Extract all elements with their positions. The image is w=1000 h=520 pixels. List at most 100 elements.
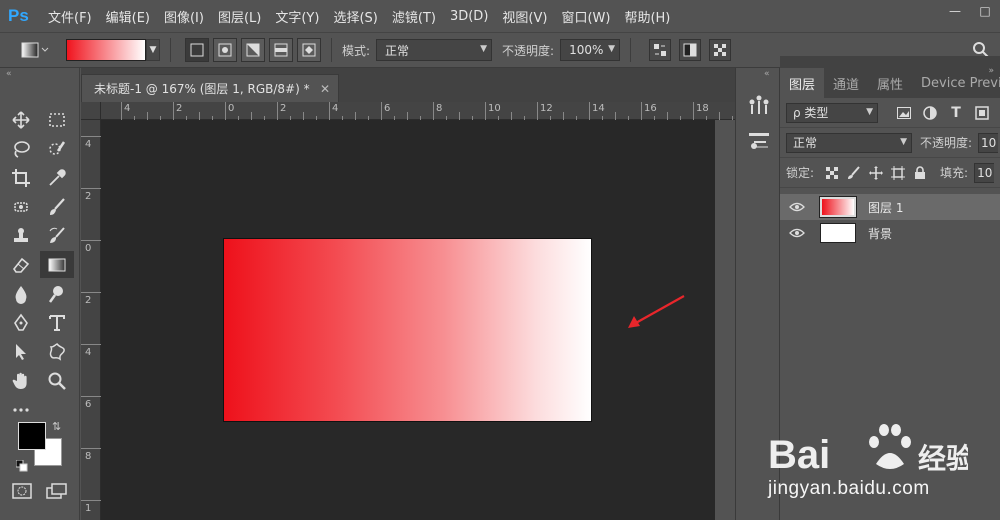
linear-gradient-button[interactable]	[185, 38, 209, 62]
fill-field[interactable]: 10	[974, 162, 995, 183]
collapse-icon[interactable]: «	[736, 68, 779, 80]
brush-settings-icon[interactable]	[748, 130, 770, 155]
foreground-color[interactable]	[18, 422, 46, 450]
menu-3d[interactable]: 3D(D)	[450, 9, 488, 24]
lock-pixels-icon[interactable]	[846, 165, 862, 181]
collapse-icon[interactable]: «	[0, 68, 79, 82]
crop-tool-icon[interactable]	[4, 164, 38, 191]
eyedropper-tool-icon[interactable]	[40, 164, 74, 191]
ruler-tick	[433, 102, 434, 120]
lasso-tool-icon[interactable]	[4, 135, 38, 162]
image-filter-icon[interactable]	[896, 105, 912, 121]
chevron-down-icon[interactable]: ▼	[146, 39, 160, 61]
eye-icon[interactable]	[788, 226, 806, 240]
menu-type[interactable]: 文字(Y)	[275, 7, 319, 26]
path-selection-tool-icon[interactable]	[4, 338, 38, 365]
menu-filter[interactable]: 滤镜(T)	[392, 7, 436, 26]
lock-label: 锁定:	[786, 166, 815, 180]
mode-select[interactable]: 正常 ▼	[376, 39, 493, 61]
menu-help[interactable]: 帮助(H)	[624, 7, 670, 26]
tool-preset-picker[interactable]	[20, 38, 50, 62]
layer-thumbnail	[820, 223, 856, 243]
menu-view[interactable]: 视图(V)	[502, 7, 547, 26]
horizontal-ruler[interactable]: 4 2 0 2 4 6 8 10 12 14 16 18	[101, 102, 735, 120]
diamond-gradient-button[interactable]	[297, 38, 321, 62]
hand-tool-icon[interactable]	[4, 367, 38, 394]
screen-mode-icon[interactable]	[46, 482, 68, 503]
gradient-swatch[interactable]	[66, 39, 146, 61]
minimize-icon[interactable]: —	[940, 0, 970, 22]
opacity-field[interactable]: 100% ▼	[560, 39, 621, 61]
maximize-icon[interactable]: □	[970, 0, 1000, 22]
mode-value: 正常	[385, 43, 410, 58]
tab-channels[interactable]: 通道	[824, 68, 868, 98]
ruler-origin[interactable]	[81, 102, 101, 120]
ruler-minor-tick	[147, 112, 148, 120]
menu-file[interactable]: 文件(F)	[48, 7, 92, 26]
vertical-ruler[interactable]: 4 2 0 2 4 6 8 1	[81, 120, 101, 520]
healing-brush-tool-icon[interactable]	[4, 193, 38, 220]
ruler-tick	[329, 102, 330, 120]
quick-mask-icon[interactable]	[12, 482, 32, 503]
menu-edit[interactable]: 编辑(E)	[106, 7, 150, 26]
clone-stamp-tool-icon[interactable]	[4, 222, 38, 249]
dither-icon	[683, 43, 697, 57]
quick-selection-tool-icon[interactable]	[40, 135, 74, 162]
more-tools-icon[interactable]	[4, 396, 38, 423]
layer-filter-select[interactable]: ρ 类型 ▼	[786, 102, 878, 123]
tab-layers[interactable]: 图层	[780, 68, 825, 98]
ruler-tick	[121, 102, 122, 120]
adjustment-filter-icon[interactable]	[922, 105, 938, 121]
radial-gradient-button[interactable]	[213, 38, 237, 62]
tab-properties[interactable]: 属性	[868, 68, 912, 98]
blend-mode-select[interactable]: 正常 ▼	[786, 132, 912, 153]
dither-button[interactable]	[679, 39, 702, 61]
brush-tool-icon[interactable]	[40, 193, 74, 220]
vertical-scrollbar[interactable]	[715, 120, 735, 520]
lock-position-icon[interactable]	[868, 165, 884, 181]
custom-shape-tool-icon[interactable]	[40, 338, 74, 365]
close-icon[interactable]: ✕	[320, 82, 330, 96]
ruler-minor-tick	[355, 112, 356, 120]
eraser-tool-icon[interactable]	[4, 251, 38, 278]
gradient-tool-icon	[21, 42, 49, 58]
menu-image[interactable]: 图像(I)	[164, 7, 204, 26]
zoom-tool-icon[interactable]	[40, 367, 74, 394]
lock-artboard-icon[interactable]	[890, 165, 906, 181]
type-filter-icon[interactable]: T	[948, 105, 964, 121]
chevron-down-icon: ▼	[608, 44, 616, 54]
layer-opacity-label: 不透明度:	[920, 136, 973, 150]
layer-row[interactable]: 图层 1	[780, 194, 1000, 220]
marquee-tool-icon[interactable]	[40, 106, 74, 133]
transparency-button[interactable]	[709, 39, 732, 61]
history-brush-tool-icon[interactable]	[40, 222, 74, 249]
blur-tool-icon[interactable]	[4, 280, 38, 307]
brush-presets-icon[interactable]	[748, 94, 770, 119]
tab-device-preview[interactable]: Device Preview	[912, 68, 1000, 98]
menu-window[interactable]: 窗口(W)	[561, 7, 610, 26]
eye-icon[interactable]	[788, 200, 806, 214]
angle-gradient-button[interactable]	[241, 38, 265, 62]
ruler-tick	[537, 102, 538, 120]
gradient-tool-icon[interactable]	[40, 251, 74, 278]
expand-icon[interactable]: »	[988, 66, 994, 76]
menu-select[interactable]: 选择(S)	[333, 7, 377, 26]
layer-row[interactable]: 背景	[780, 220, 1000, 246]
chevron-down-icon: ▼	[900, 136, 907, 147]
gradient-image[interactable]	[223, 238, 592, 422]
reverse-button[interactable]	[649, 39, 672, 61]
lock-all-icon[interactable]	[912, 165, 928, 181]
document-tab[interactable]: 未标题-1 @ 167% (图层 1, RGB/8#) * ✕	[81, 74, 339, 102]
swap-colors-icon[interactable]: ⇅	[52, 420, 61, 433]
move-tool-icon[interactable]	[4, 106, 38, 133]
menu-layer[interactable]: 图层(L)	[218, 7, 261, 26]
ruler-label: 2	[85, 295, 92, 306]
pen-tool-icon[interactable]	[4, 309, 38, 336]
shape-filter-icon[interactable]	[974, 105, 990, 121]
default-colors-icon[interactable]	[15, 459, 28, 475]
type-tool-icon[interactable]	[40, 309, 74, 336]
lock-transparent-icon[interactable]	[824, 165, 840, 181]
layer-opacity-field[interactable]: 10	[978, 132, 999, 153]
dodge-tool-icon[interactable]	[40, 280, 74, 307]
reflected-gradient-button[interactable]	[269, 38, 293, 62]
